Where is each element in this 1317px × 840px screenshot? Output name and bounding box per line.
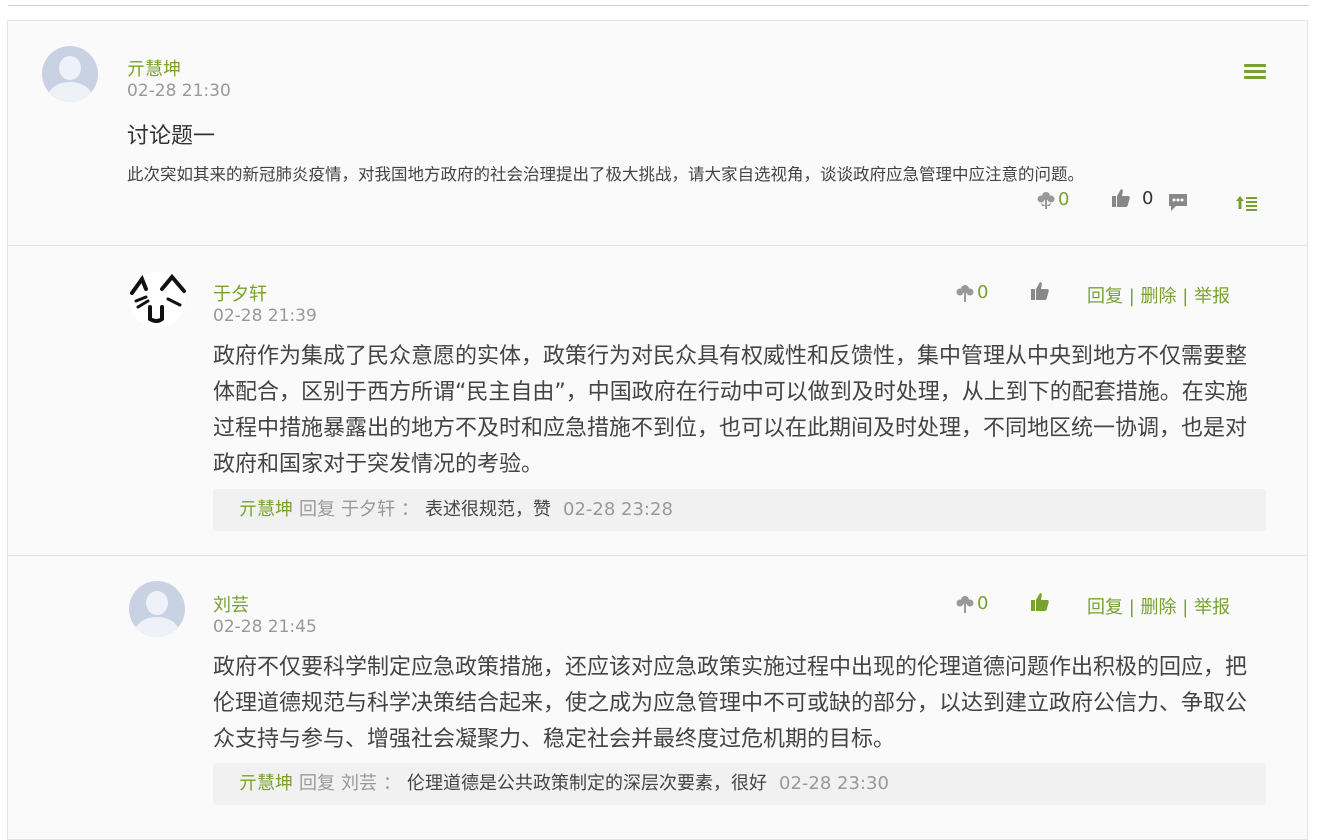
sub-reply-time: 02-28 23:28 [563, 499, 673, 520]
comment-icon [1169, 194, 1187, 211]
topic-divider [8, 245, 1307, 246]
thumbs-up-icon [1031, 282, 1049, 300]
action-separator: | [1128, 286, 1135, 307]
sub-reply-from[interactable]: 亓慧坤 [239, 499, 293, 520]
flower-icon [956, 595, 974, 613]
reply-like-button[interactable] [1029, 280, 1051, 302]
report-button[interactable]: 举报 [1194, 597, 1230, 618]
reply-flower-count: 0 [977, 282, 989, 303]
topic-body: 此次突如其来的新冠肺炎疫情，对我国地方政府的社会治理提出了极大挑战，请大家自选视… [127, 165, 1084, 184]
topic-author-avatar[interactable] [42, 46, 98, 102]
action-separator: | [1182, 286, 1189, 307]
reply-actions: 回复 | 删除 | 举报 [1087, 282, 1230, 308]
reply-button[interactable]: 回复 [1087, 286, 1123, 307]
hamburger-menu-icon[interactable] [1244, 64, 1266, 80]
report-button[interactable]: 举报 [1194, 286, 1230, 307]
reply-author-avatar[interactable] [128, 271, 186, 329]
topic-author-name[interactable]: 亓慧坤 [127, 55, 181, 81]
sub-reply-colon: ： [401, 499, 419, 520]
flower-icon [956, 284, 974, 302]
topic-time: 02-28 21:30 [127, 81, 231, 101]
topic-flower-count: 0 [1058, 189, 1070, 210]
flower-icon [1037, 191, 1055, 209]
reply-button[interactable]: 回复 [1087, 597, 1123, 618]
sub-reply-verb: 回复 [299, 773, 335, 794]
sub-reply-to[interactable]: 于夕轩 [341, 499, 395, 520]
reply-flower-button[interactable]: 0 [955, 593, 988, 614]
sub-reply-to[interactable]: 刘芸 [341, 773, 377, 794]
reply-author-name[interactable]: 于夕轩 [213, 280, 267, 306]
topic-like-button[interactable]: 0 [1110, 187, 1153, 209]
topic-like-count: 0 [1142, 187, 1154, 209]
topic-title: 讨论题一 [127, 124, 216, 149]
reply-author-avatar[interactable] [129, 581, 185, 637]
delete-button[interactable]: 删除 [1141, 597, 1177, 618]
sub-reply: 亓慧坤 回复 于夕轩 ： 表述很规范，赞 02-28 23:28 [213, 489, 1266, 531]
reply-flower-count: 0 [977, 593, 989, 614]
top-divider [8, 5, 1309, 6]
reply-divider [8, 555, 1307, 556]
reply-body: 政府不仅要科学制定应急政策措施，还应该对应急政策实施过程中出现的伦理道德问题作出… [213, 655, 1248, 752]
discussion-panel: 亓慧坤 02-28 21:30 讨论题一 此次突如其来的新冠肺炎疫情，对我国地方… [7, 20, 1308, 840]
reply-flower-button[interactable]: 0 [955, 282, 988, 303]
topic-comment-button[interactable] [1167, 191, 1189, 213]
thumbs-up-icon [1031, 593, 1049, 611]
action-separator: | [1128, 597, 1135, 618]
reply-author-name[interactable]: 刘芸 [213, 591, 249, 617]
sub-reply: 亓慧坤 回复 刘芸 ： 伦理道德是公共政策制定的深层次要素，很好 02-28 23:30 [213, 763, 1266, 805]
reply-time: 02-28 21:39 [213, 306, 317, 326]
reply-time: 02-28 21:45 [213, 617, 317, 637]
reply-like-button-active[interactable] [1029, 591, 1051, 613]
sort-asc-icon[interactable] [1236, 193, 1258, 211]
reply-body: 政府作为集成了民众意愿的实体，政策行为对民众具有权威性和反馈性，集中管理从中央到… [213, 344, 1248, 477]
sub-reply-text: 表述很规范，赞 [425, 499, 551, 520]
sub-reply-text: 伦理道德是公共政策制定的深层次要素，很好 [407, 773, 767, 794]
sub-reply-verb: 回复 [299, 499, 335, 520]
delete-button[interactable]: 删除 [1141, 286, 1177, 307]
sub-reply-from[interactable]: 亓慧坤 [239, 773, 293, 794]
sub-reply-time: 02-28 23:30 [779, 773, 889, 794]
reply-actions: 回复 | 删除 | 举报 [1087, 593, 1230, 619]
action-separator: | [1182, 597, 1189, 618]
sub-reply-colon: ： [383, 773, 401, 794]
topic-flower-button[interactable]: 0 [1036, 189, 1069, 210]
thumbs-up-icon [1112, 189, 1130, 207]
